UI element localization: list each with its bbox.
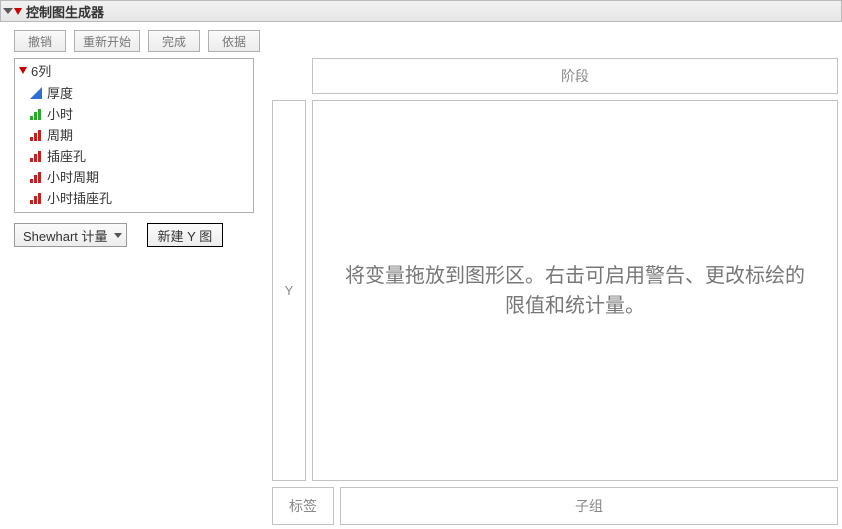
- columns-header[interactable]: 6列: [15, 59, 253, 82]
- new-y-chart-button[interactable]: 新建 Y 图: [147, 223, 224, 247]
- dropzones: 阶段 Y 将变量拖放到图形区。右击可启用警告、更改标绘的限值和统计量。 标签 子…: [268, 58, 842, 529]
- columns-list: 厚度小时周期插座孔小时周期小时插座孔: [15, 82, 253, 212]
- ordinal-red-icon: [29, 128, 43, 142]
- ordinal-red-icon: [29, 191, 43, 205]
- column-item[interactable]: 厚度: [19, 82, 249, 103]
- continuous-blue-icon: [29, 86, 43, 100]
- y-dropzone[interactable]: Y: [272, 100, 306, 481]
- toolbar: 撤销 重新开始 完成 依据: [0, 22, 842, 58]
- subgroup-dropzone[interactable]: 子组: [340, 487, 838, 525]
- undo-button[interactable]: 撤销: [14, 30, 66, 52]
- hotspot-icon[interactable]: [19, 67, 27, 74]
- columns-count: 6列: [31, 61, 51, 80]
- done-button[interactable]: 完成: [148, 30, 200, 52]
- phase-dropzone[interactable]: 阶段: [312, 58, 838, 94]
- column-label: 插座孔: [47, 146, 86, 165]
- column-label: 周期: [47, 125, 73, 144]
- ordinal-red-icon: [29, 149, 43, 163]
- column-label: 厚度: [47, 83, 73, 102]
- column-label: 小时周期: [47, 167, 99, 186]
- chart-type-dropdown[interactable]: Shewhart 计量: [14, 223, 127, 247]
- restart-button[interactable]: 重新开始: [74, 30, 140, 52]
- label-dropzone[interactable]: 标签: [272, 487, 334, 525]
- left-panel: 6列 厚度小时周期插座孔小时周期小时插座孔 Shewhart 计量 新建 Y 图: [0, 58, 268, 529]
- basis-button[interactable]: 依据: [208, 30, 260, 52]
- disclosure-icon[interactable]: [3, 8, 13, 14]
- chevron-down-icon: [114, 233, 122, 238]
- chart-canvas[interactable]: 将变量拖放到图形区。右击可启用警告、更改标绘的限值和统计量。: [312, 100, 838, 481]
- title-bar: 控制图生成器: [0, 0, 842, 22]
- chart-type-label: Shewhart 计量: [23, 226, 108, 245]
- columns-panel: 6列 厚度小时周期插座孔小时周期小时插座孔: [14, 58, 254, 213]
- hotspot-icon[interactable]: [14, 8, 22, 15]
- column-item[interactable]: 插座孔: [19, 145, 249, 166]
- column-item[interactable]: 小时插座孔: [19, 187, 249, 208]
- window-title: 控制图生成器: [26, 2, 104, 21]
- nominal-green-icon: [29, 107, 43, 121]
- ordinal-red-icon: [29, 170, 43, 184]
- column-item[interactable]: 周期: [19, 124, 249, 145]
- column-label: 小时: [47, 104, 73, 123]
- column-label: 小时插座孔: [47, 188, 112, 207]
- column-item[interactable]: 小时: [19, 103, 249, 124]
- column-item[interactable]: 小时周期: [19, 166, 249, 187]
